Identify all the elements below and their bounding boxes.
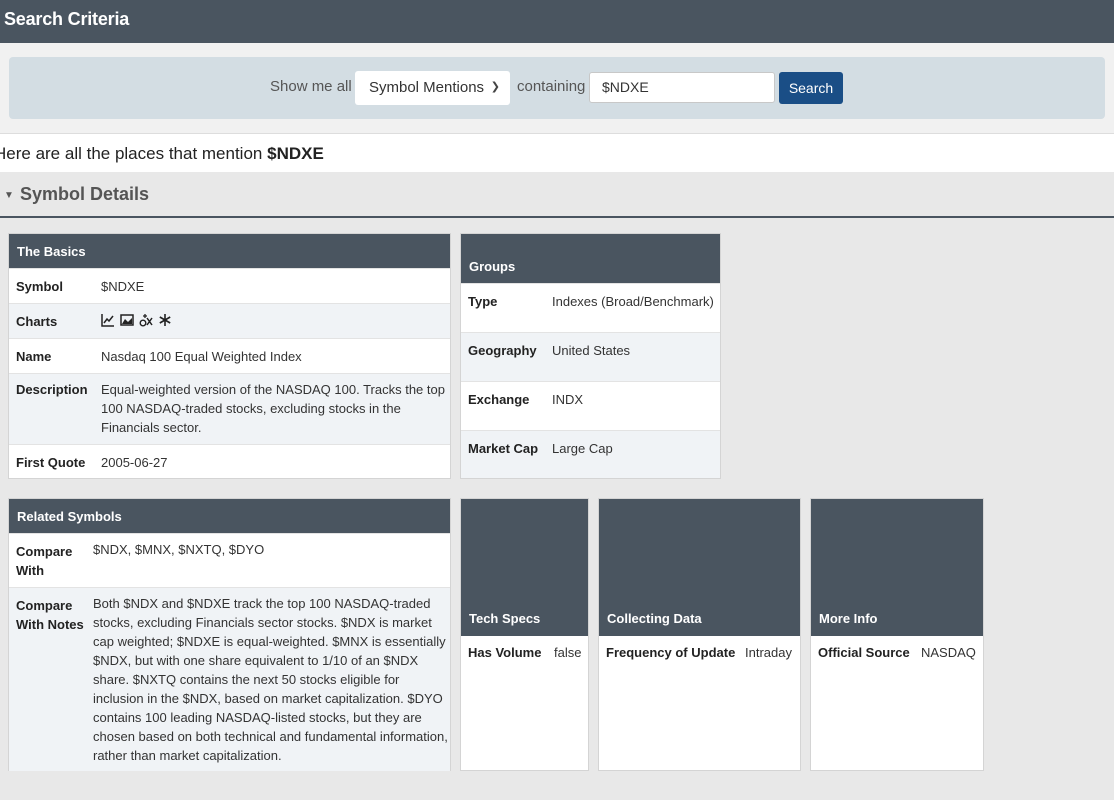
caret-down-icon: ▼ <box>4 190 14 201</box>
chart-icons <box>101 313 172 327</box>
line-chart-icon[interactable] <box>101 313 115 327</box>
basics-card: The Basics Symbol $NDXE Charts Name Nasd… <box>8 233 451 479</box>
geography-value: United States <box>552 343 631 358</box>
market-cap-row: Market Cap Large Cap <box>461 430 720 478</box>
exchange-key: Exchange <box>468 392 530 407</box>
compare-with-value: $NDX, $MNX, $NXTQ, $DYO <box>93 542 265 557</box>
mention-intro: Here are all the places that mention <box>0 144 268 163</box>
search-panel: Show me all Symbol Mentions ❯ containing… <box>9 57 1105 119</box>
market-cap-key: Market Cap <box>468 441 539 456</box>
related-symbols-card: Related Symbols Compare With $NDX, $MNX,… <box>8 498 451 771</box>
search-button[interactable]: Search <box>779 72 843 104</box>
chevron-down-icon: ❯ <box>490 81 500 93</box>
name-row: Name Nasdaq 100 Equal Weighted Index <box>9 338 450 373</box>
area-chart-icon[interactable] <box>120 313 134 327</box>
has-volume-value: false <box>554 645 582 660</box>
frequency-value: Intraday <box>745 645 792 660</box>
name-value: Nasdaq 100 Equal Weighted Index <box>101 349 302 364</box>
groups-card: Groups Type Indexes (Broad/Benchmark) Ge… <box>460 233 721 479</box>
geography-key: Geography <box>468 343 537 358</box>
compare-with-row: Compare With $NDX, $MNX, $NXTQ, $DYO <box>9 533 450 587</box>
basics-header: The Basics <box>9 234 450 268</box>
select-value: Symbol Mentions <box>369 79 485 96</box>
charts-key: Charts <box>16 314 58 329</box>
type-row: Type Indexes (Broad/Benchmark) <box>461 283 720 332</box>
more-info-header: More Info <box>811 499 983 636</box>
name-key: Name <box>16 349 52 364</box>
tech-specs-title: Tech Specs <box>469 611 541 626</box>
first-quote-row: First Quote 2005-06-27 <box>9 444 450 479</box>
groups-title: Groups <box>469 259 516 274</box>
has-volume-row: Has Volume false <box>461 636 588 676</box>
frequency-key: Frequency of Update <box>606 645 736 660</box>
has-volume-key: Has Volume <box>468 645 542 660</box>
collecting-data-header: Collecting Data <box>599 499 800 636</box>
related-title: Related Symbols <box>17 509 122 524</box>
description-value: Equal-weighted version of the NASDAQ 100… <box>101 382 445 435</box>
mention-symbol: $NDXE <box>267 144 324 163</box>
symbol-key: Symbol <box>16 279 63 294</box>
symbol-value: $NDXE <box>101 279 145 294</box>
exchange-row: Exchange INDX <box>461 381 720 430</box>
seasonality-icon[interactable] <box>158 313 172 327</box>
show-me-all-label: Show me all <box>270 78 352 95</box>
compare-notes-row: Compare With Notes Both $NDX and $NDXE t… <box>9 587 450 771</box>
more-info-title: More Info <box>819 611 878 626</box>
containing-label: containing <box>517 78 586 95</box>
related-header: Related Symbols <box>9 499 450 533</box>
tech-specs-header: Tech Specs <box>461 499 588 636</box>
symbol-search-input[interactable]: $NDXE <box>589 72 775 103</box>
official-source-key: Official Source <box>818 645 910 660</box>
symbol-details-toggle[interactable]: ▼ Symbol Details <box>0 172 1114 218</box>
mention-type-select[interactable]: Symbol Mentions ❯ <box>355 71 510 105</box>
exchange-value: INDX <box>552 392 584 407</box>
first-quote-value: 2005-06-27 <box>101 455 168 470</box>
search-criteria-bar: Search Criteria <box>0 0 1114 43</box>
mention-heading: Here are all the places that mention $ND… <box>0 133 1114 172</box>
symbol-details-title: Symbol Details <box>20 184 150 204</box>
tech-specs-card: Tech Specs Has Volume false <box>460 498 589 771</box>
description-row: Description Equal-weighted version of th… <box>9 373 450 444</box>
compare-notes-value: Both $NDX and $NDXE track the top 100 NA… <box>93 596 448 763</box>
official-source-value: NASDAQ <box>921 645 976 660</box>
groups-header: Groups <box>461 234 720 283</box>
options-chart-icon[interactable] <box>139 313 153 327</box>
basics-title: The Basics <box>17 244 86 259</box>
first-quote-key: First Quote <box>16 455 86 470</box>
search-area: Show me all Symbol Mentions ❯ containing… <box>0 43 1114 133</box>
description-key: Description <box>16 382 88 397</box>
search-criteria-title: Search Criteria <box>4 9 130 29</box>
more-info-card: More Info Official Source NASDAQ <box>810 498 984 771</box>
compare-notes-key: Compare With Notes <box>16 598 84 632</box>
symbol-row: Symbol $NDXE <box>9 268 450 303</box>
market-cap-value: Large Cap <box>552 441 613 456</box>
collecting-data-card: Collecting Data Frequency of Update Intr… <box>598 498 801 771</box>
compare-with-key: Compare With <box>16 544 73 578</box>
geography-row: Geography United States <box>461 332 720 381</box>
official-source-row: Official Source NASDAQ <box>811 636 983 676</box>
type-key: Type <box>468 294 498 309</box>
collecting-data-title: Collecting Data <box>607 611 702 626</box>
frequency-row: Frequency of Update Intraday <box>599 636 800 676</box>
charts-row: Charts <box>9 303 450 338</box>
type-value: Indexes (Broad/Benchmark) <box>552 294 714 309</box>
